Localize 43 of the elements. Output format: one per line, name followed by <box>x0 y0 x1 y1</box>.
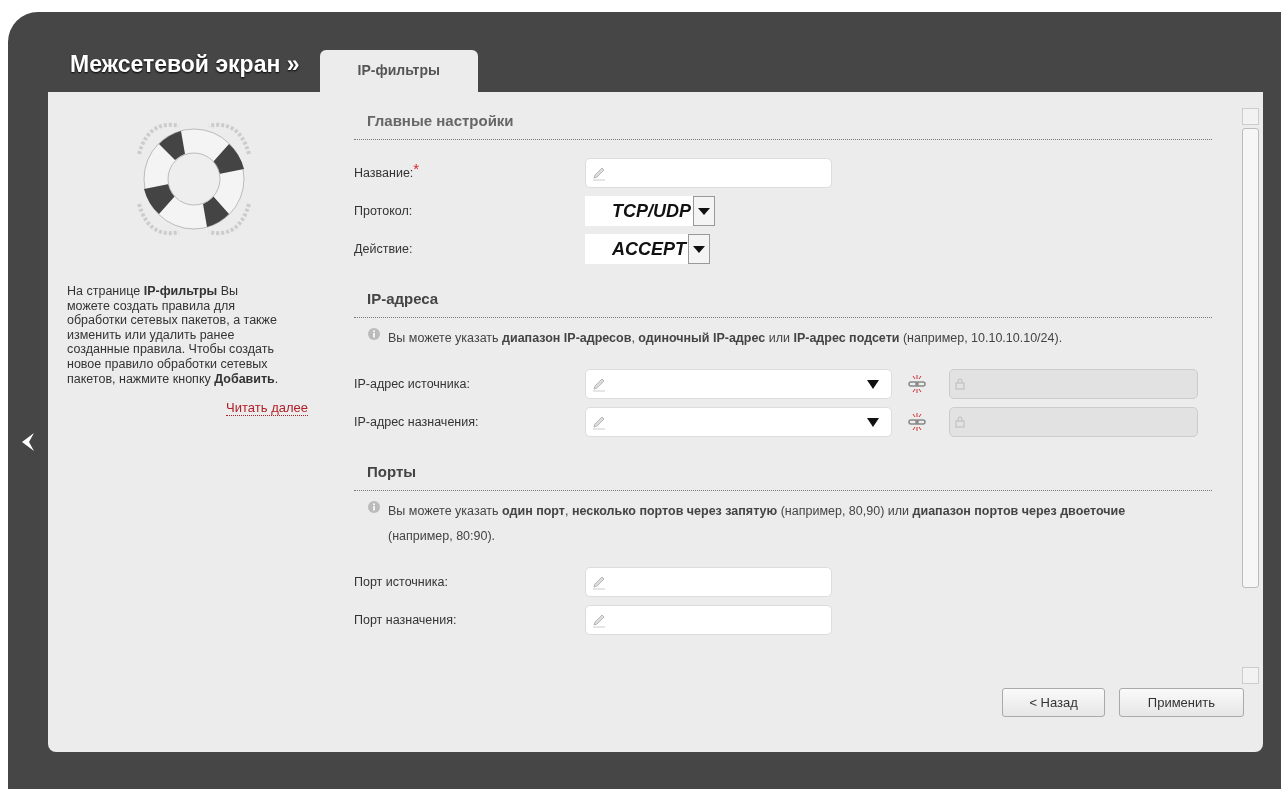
button[interactable]: Применить <box>1118 688 1244 717</box>
pencil-icon <box>591 414 607 430</box>
tab[interactable]: IP-фильтры <box>319 50 478 92</box>
info-icon <box>368 328 380 340</box>
broken-link-icon <box>908 375 926 393</box>
caret-icon <box>867 417 879 427</box>
field-label: Порт источника: <box>354 575 448 589</box>
info-text: Вы можете указать диапазон IP-адресов, одиночный IP-адрес или IP-адрес подсети (например, 10.10.10.10/24). <box>388 330 1064 347</box>
read-more-link[interactable]: Читать далее <box>226 400 308 417</box>
lock-icon <box>955 378 965 390</box>
page-title: Межсетевой экран » <box>70 51 300 79</box>
dropdown[interactable]: ACCEPT <box>585 234 710 264</box>
pencil-icon <box>591 165 607 181</box>
section-heading: Порты <box>354 463 1212 491</box>
pencil-icon <box>591 376 607 392</box>
caret-icon <box>867 379 879 389</box>
info-icon <box>368 501 380 513</box>
lock-icon <box>955 416 965 428</box>
field-label: IP-адрес источника: <box>354 377 470 391</box>
caret-icon <box>693 196 715 226</box>
dropdown[interactable]: TCP/UDP <box>585 196 715 226</box>
combo-field[interactable] <box>585 369 892 399</box>
caret-icon <box>688 234 710 264</box>
text-field[interactable] <box>585 158 832 188</box>
button[interactable]: < Назад <box>1002 688 1105 717</box>
combo-field[interactable] <box>585 407 892 437</box>
pencil-icon <box>591 574 607 590</box>
pencil-icon <box>591 612 607 628</box>
scrollbar[interactable] <box>1242 108 1259 684</box>
section-heading: IP-адреса <box>354 290 1212 318</box>
field-label: Действие: <box>354 242 413 256</box>
broken-link-icon <box>908 413 926 431</box>
field-label: Протокол: <box>354 204 413 218</box>
text-field[interactable] <box>585 605 832 635</box>
back-arrow-icon[interactable] <box>20 432 36 452</box>
section-heading: Главные настройки <box>354 112 1212 140</box>
help-text: На странице IP-фильтры Вы можете создать правила для обработки сетевых пакетов, а также изменить или удалить ранее созданные правила. Чтобы создать новое правило обработки сетевых пакетов, нажмите кнопку Добавить. <box>67 284 279 387</box>
text-field[interactable] <box>585 567 832 597</box>
field-label: Название: <box>354 166 414 180</box>
required-mark: * <box>413 160 420 177</box>
info-text: Вы можете указать один порт, несколько портов через запятую (например, 80,90) или диапазон портов через двоеточие (например, 80:90). <box>388 503 1127 545</box>
field-label: Порт назначения: <box>354 613 457 627</box>
field-label: IP-адрес назначения: <box>354 415 479 429</box>
